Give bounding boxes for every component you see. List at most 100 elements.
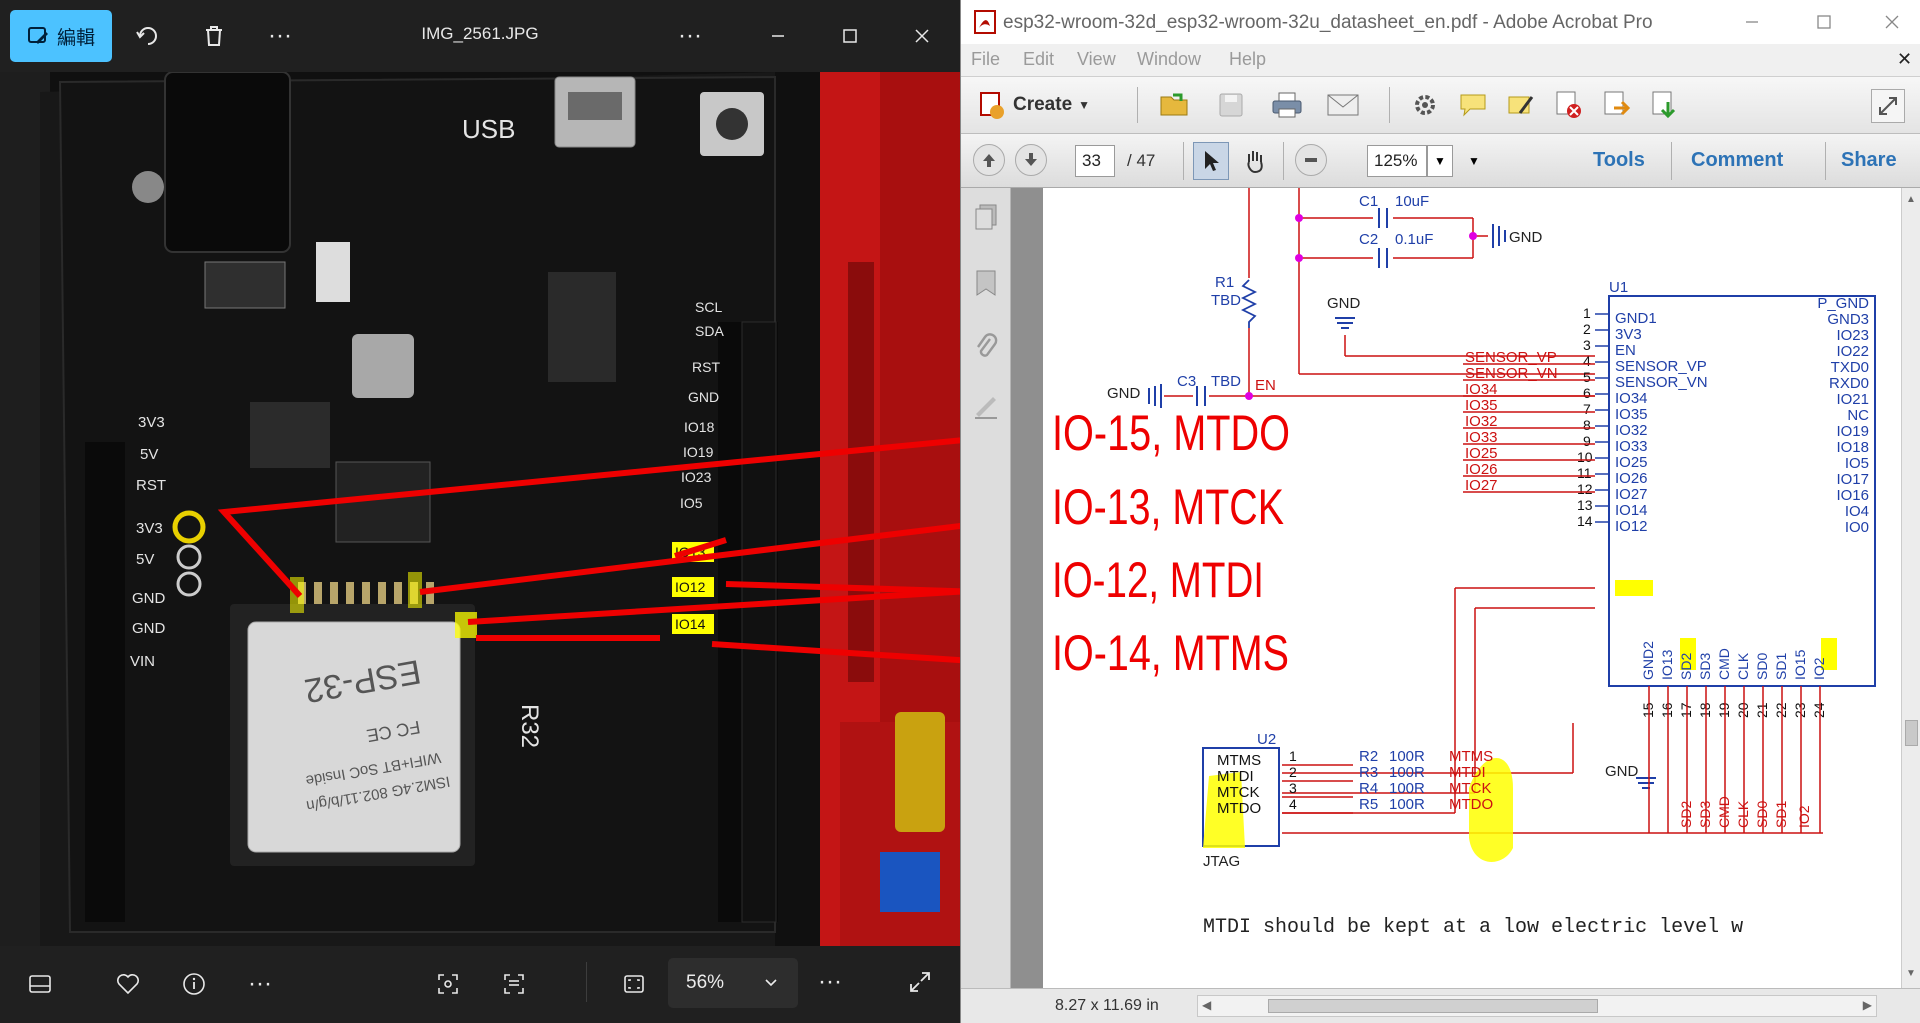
silk-rst: RST [692,359,720,375]
filmstrip-button[interactable] [22,966,58,1002]
favorite-button[interactable] [110,966,146,1002]
u1-pin-number: 15 [1640,702,1656,718]
divider [1671,142,1672,180]
silk-io23: IO23 [681,469,712,485]
u1-pin-number: 7 [1583,401,1591,417]
fit-window-button[interactable] [616,966,652,1002]
save-icon [1219,93,1243,117]
next-page-button[interactable] [1015,144,1047,176]
divider [586,962,587,1002]
save-button[interactable] [1213,87,1249,123]
close-button[interactable] [1877,10,1907,34]
toolbar-options-button[interactable]: ▼ [1463,145,1485,177]
attachments-button[interactable] [971,332,1001,362]
c3-value: TBD [1211,373,1241,390]
scan-text-button[interactable] [496,966,532,1002]
u1-pin-left: IO35 [1615,406,1648,423]
u1-label: U1 [1609,279,1628,296]
page-number-input[interactable] [1075,145,1115,177]
scroll-right-icon[interactable]: ▶ [1863,998,1872,1012]
signatures-button[interactable] [971,392,1001,422]
scroll-up-icon[interactable]: ▲ [1906,194,1916,205]
silk-5v-2: 5V [136,551,154,568]
minimize-button[interactable] [760,18,796,54]
u1-pin-number: 11 [1577,465,1592,481]
maximize-button[interactable] [1809,10,1839,34]
share-pane-button[interactable]: Share [1841,149,1897,172]
email-button[interactable] [1325,87,1361,123]
info-button[interactable] [176,966,212,1002]
extract-button[interactable] [1647,87,1683,123]
more-options-button[interactable]: ··· [262,18,298,54]
delete-button[interactable] [196,18,232,54]
zoom-dropdown-button[interactable]: ▼ [1427,145,1453,177]
fullscreen-button[interactable] [902,964,938,1000]
u1-pin-left: IO32 [1615,422,1648,439]
export-button[interactable] [1599,87,1635,123]
close-button[interactable] [904,18,940,54]
u1-pin-right: GND3 [1827,311,1869,328]
scroll-left-icon[interactable]: ◀ [1202,998,1211,1012]
print-button[interactable] [1269,87,1305,123]
bookmarks-button[interactable] [971,268,1001,298]
gnd-label-3: GND [1107,385,1141,402]
u1-pin-left: IO14 [1615,502,1648,519]
horizontal-scrollbar[interactable]: ◀ ▶ [1197,995,1877,1017]
edit-button[interactable]: 編輯 [10,10,112,62]
open-button[interactable] [1157,87,1193,123]
scrollbar-thumb[interactable] [1268,999,1598,1013]
menu-window[interactable]: Window [1137,49,1201,70]
menu-view[interactable]: View [1077,49,1116,70]
zoom-dropdown[interactable]: 56% [668,958,798,1008]
zoom-out-button[interactable] [1295,144,1327,176]
title-more-button[interactable]: ··· [672,18,708,54]
tools-pane-button[interactable]: Tools [1593,149,1645,172]
previous-page-button[interactable] [973,144,1005,176]
page-thumbnails-button[interactable] [971,202,1001,232]
zoom-input[interactable] [1367,145,1427,177]
u1-pin-right: TXD0 [1831,359,1869,376]
u1-pin-number: 22 [1773,702,1789,718]
chevron-down-icon: ▼ [1434,154,1446,168]
document-view[interactable]: C1 10uF C2 0.1uF C3 TBD R1 TBD GND GND G… [1011,188,1901,988]
expand-button[interactable] [1871,89,1905,123]
select-tool-button[interactable] [1193,142,1229,180]
jtag-label: JTAG [1203,853,1240,870]
chevron-down-icon: ▼ [1468,154,1480,168]
r1-ref: R1 [1215,274,1234,291]
menu-file[interactable]: File [971,49,1000,70]
resistor-value: 100R [1389,748,1425,765]
r1-value: TBD [1211,292,1241,309]
photo-viewport[interactable]: USB SCL SDA RST GND IO18 IO19 IO23 IO5 3… [0,72,960,946]
bottom-more-button[interactable]: ··· [242,966,278,1002]
u1-pin-left: SENSOR_VN [1615,374,1708,391]
gnd-label-1: GND [1509,229,1543,246]
chevron-down-icon [765,979,777,987]
visual-search-button[interactable] [430,966,466,1002]
scrollbar-thumb[interactable] [1905,720,1918,746]
u1-pin-bottom: IO2 [1811,657,1827,680]
menu-help[interactable]: Help [1229,49,1266,70]
pdf-page: C1 10uF C2 0.1uF C3 TBD R1 TBD GND GND G… [1043,188,1901,988]
comment-button[interactable] [1455,87,1491,123]
highlight-button[interactable] [1503,87,1539,123]
menu-edit[interactable]: Edit [1023,49,1054,70]
u2-pin: MTDO [1217,800,1261,817]
u1-pin-bottom: CLK [1735,652,1751,680]
scroll-down-icon[interactable]: ▼ [1906,968,1916,979]
photos-app-window: 編輯 ··· IMG_2561.JPG ··· USB SCL SDA RST … [0,0,960,1023]
close-doc-icon[interactable]: ✕ [1897,49,1912,70]
u2-pin-number: 4 [1289,796,1297,812]
minimize-button[interactable] [1737,10,1767,34]
fullscreen-icon [910,972,930,992]
comment-pane-button[interactable]: Comment [1691,149,1783,172]
delete-pages-button[interactable] [1551,87,1587,123]
settings-button[interactable] [1407,87,1443,123]
maximize-button[interactable] [832,18,868,54]
rotate-button[interactable] [130,18,166,54]
zoom-more-button[interactable]: ··· [812,964,848,1000]
vertical-scrollbar[interactable]: ▲ ▼ [1901,188,1920,988]
hand-tool-button[interactable] [1237,142,1273,180]
create-button[interactable]: Create ▼ [977,87,1090,123]
gnd-label-4: GND [1605,763,1639,780]
